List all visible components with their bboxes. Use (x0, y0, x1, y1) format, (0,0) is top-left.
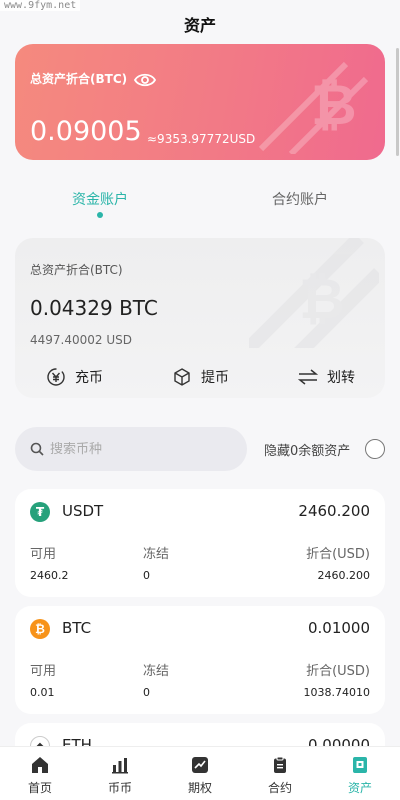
coin-card-btc[interactable]: ₿ BTC 0.01000 可用 冻结 折合(USD) 0.01 0 1038.… (15, 606, 385, 714)
page-title: 资产 (183, 16, 216, 35)
available-header: 可用 (30, 664, 57, 679)
watermark: www.9fym.net (0, 0, 81, 11)
eye-icon[interactable] (134, 71, 156, 89)
nav-assets[interactable]: 资产 (320, 747, 400, 800)
active-tab-indicator (97, 212, 103, 218)
bottom-nav: 首页 币币 期权 合约 资产 (0, 746, 400, 800)
btc-icon: ₿ (30, 619, 50, 639)
total-btc-value: 0.09005 (30, 116, 142, 147)
available-value: 0.01 (30, 686, 55, 699)
transfer-icon (297, 366, 319, 388)
account-assets-label: 总资产折合(BTC) (30, 263, 123, 277)
account-usd-value: 4497.40002 USD (30, 333, 132, 347)
transfer-label: 划转 (327, 370, 355, 386)
svg-text:₿: ₿ (311, 73, 357, 138)
withdraw-icon (171, 366, 193, 388)
transfer-button[interactable]: 划转 (297, 366, 355, 388)
frozen-header: 冻结 (143, 664, 170, 679)
total-assets-label: 总资产折合(BTC) (30, 72, 128, 86)
withdraw-label: 提币 (201, 370, 229, 386)
coin-total: 0.01000 (307, 619, 370, 637)
converted-header: 折合(USD) (306, 547, 370, 562)
wallet-icon (351, 756, 369, 774)
bitcoin-watermark-icon: ₿ (249, 238, 379, 348)
frozen-value: 0 (143, 686, 150, 699)
funding-account-card: ₿ 总资产折合(BTC) 0.04329 BTC 4497.40002 USD … (15, 238, 385, 398)
frozen-value: 0 (143, 569, 150, 582)
nav-label: 期权 (187, 781, 212, 795)
nav-label: 首页 (27, 781, 52, 795)
search-input[interactable] (50, 441, 220, 457)
tab-contract-account[interactable]: 合约账户 (272, 189, 328, 209)
converted-value: 2460.200 (317, 569, 371, 582)
nav-options[interactable]: 期权 (160, 747, 240, 800)
search-icon (30, 442, 44, 456)
search-box[interactable] (15, 427, 247, 471)
total-usd-value: ≈9353.97772USD (147, 132, 256, 146)
coin-name: USDT (62, 502, 104, 520)
nav-contract[interactable]: 合约 (240, 747, 320, 800)
nav-label: 资产 (347, 781, 372, 795)
deposit-label: 充币 (75, 370, 103, 386)
bitcoin-watermark-icon: ₿ (258, 61, 369, 154)
nav-label: 币币 (107, 781, 132, 795)
available-value: 2460.2 (30, 569, 69, 582)
bar-chart-icon (111, 756, 129, 774)
coin-name: BTC (62, 619, 92, 637)
deposit-icon (45, 366, 67, 388)
account-btc-value: 0.04329 BTC (30, 296, 158, 320)
tab-funding-account[interactable]: 资金账户 (72, 189, 128, 209)
svg-text:₿: ₿ (299, 267, 345, 332)
coin-total: 2460.200 (298, 502, 370, 520)
nav-spot[interactable]: 币币 (80, 747, 160, 800)
account-tabs: 资金账户 合约账户 (0, 186, 400, 220)
usdt-icon: ₮ (30, 502, 50, 522)
hide-zero-label: 隐藏0余额资产 (264, 444, 351, 459)
home-icon (31, 756, 49, 774)
frozen-header: 冻结 (143, 547, 170, 562)
nav-label: 合约 (267, 781, 292, 795)
coin-card-usdt[interactable]: ₮ USDT 2460.200 可用 冻结 折合(USD) 2460.2 0 2… (15, 489, 385, 597)
withdraw-button[interactable]: 提币 (171, 366, 229, 388)
options-chart-icon (191, 756, 209, 774)
total-assets-card: ₿ 总资产折合(BTC) 0.09005 ≈9353.97772USD (15, 44, 385, 160)
nav-home[interactable]: 首页 (0, 747, 80, 800)
available-header: 可用 (30, 547, 57, 562)
hide-zero-toggle[interactable] (365, 439, 385, 459)
converted-value: 1038.74010 (303, 686, 370, 699)
converted-header: 折合(USD) (306, 664, 370, 679)
clipboard-icon (271, 756, 289, 774)
scrollbar[interactable] (396, 48, 399, 156)
deposit-button[interactable]: 充币 (45, 366, 103, 388)
